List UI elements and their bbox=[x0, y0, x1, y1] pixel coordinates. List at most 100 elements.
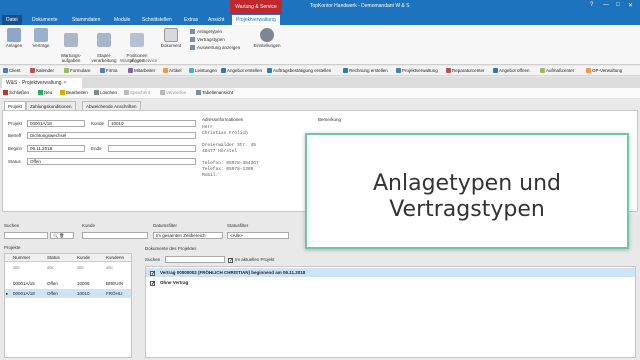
kunde-field[interactable]: 10010 bbox=[108, 120, 196, 127]
tab-dokumente[interactable]: Dokumente bbox=[28, 15, 62, 25]
anlagetypen-item[interactable]: Anlagetypen bbox=[190, 29, 222, 34]
speichern-button[interactable]: Speichern bbox=[124, 90, 150, 95]
vertragstypen-item[interactable]: Vertragstypen bbox=[190, 37, 225, 42]
projekt-field[interactable]: 00001A/18 bbox=[27, 120, 85, 127]
close-icon bbox=[3, 90, 8, 95]
quick-auftragsbestaetigung[interactable]: Auftragsbestätigung erstellen bbox=[267, 68, 331, 73]
close-tab-icon[interactable]: ✕ bbox=[63, 80, 67, 86]
tab-abweichende-anschriften[interactable]: Abweichende Anschriften bbox=[82, 101, 141, 110]
status-select[interactable]: Offen bbox=[27, 158, 196, 165]
tree-checkbox[interactable] bbox=[150, 268, 157, 277]
verwerfen-label: Verwerfen bbox=[166, 90, 187, 95]
beginn-field[interactable]: 06.11.2018 bbox=[27, 145, 85, 152]
statusfilter-label: Statusfilter bbox=[227, 223, 249, 228]
vertragstypen-icon bbox=[190, 37, 195, 42]
quick-angebot-erstellen[interactable]: Angebot erstellen bbox=[221, 68, 262, 73]
betreff-field[interactable]: Dichtungswechsel bbox=[27, 132, 196, 139]
cell-kundenname: FRÖHLI bbox=[106, 291, 123, 296]
quick-rechnung-label: Rechnung erstellen bbox=[349, 68, 388, 73]
doc-tab-projektverwaltung[interactable]: W&S - Projektverwaltung ✕ bbox=[2, 78, 82, 88]
stapelverarbeitung-button[interactable]: Stapel- verarbeitung bbox=[90, 28, 118, 63]
quick-client[interactable]: Client bbox=[3, 68, 21, 73]
quick-reparaturcenter[interactable]: Reparaturcenter bbox=[446, 68, 485, 73]
tab-projektverwaltung[interactable]: Projektverwaltung bbox=[232, 15, 280, 25]
tabellenansicht-button[interactable]: Tabellenansicht bbox=[196, 90, 233, 95]
quick-projektverwaltung[interactable]: Projektverwaltung bbox=[396, 68, 438, 73]
loeschen-button[interactable]: Löschen bbox=[94, 90, 117, 95]
search-input[interactable] bbox=[4, 232, 48, 239]
tab-schnittstellen[interactable]: Schnittstellen bbox=[138, 15, 176, 25]
tree-item-ohne-vertrag[interactable]: Ohne Vertrag bbox=[146, 278, 635, 287]
quick-client-label: Client bbox=[9, 68, 21, 73]
anlagen-button[interactable]: Anlagen bbox=[4, 28, 24, 48]
tab-datei[interactable]: Datei bbox=[2, 15, 22, 25]
quick-op-verwaltung[interactable]: OP-Verwaltung bbox=[586, 68, 622, 73]
filter-cell[interactable]: abc bbox=[106, 263, 113, 272]
neu-button[interactable]: Neu bbox=[38, 90, 52, 95]
quick-aufmasscenter[interactable]: Aufmaßcenter bbox=[540, 68, 574, 73]
quick-firma[interactable]: Firma bbox=[100, 68, 118, 73]
bearbeiten-button[interactable]: Bearbeiten bbox=[60, 90, 88, 95]
cell-nummer: 00001A/15 bbox=[13, 281, 35, 286]
verwerfen-button[interactable]: Verwerfen bbox=[160, 90, 186, 95]
col-nummer[interactable]: Nummer bbox=[13, 254, 30, 262]
col-kunde[interactable]: Kunde bbox=[77, 254, 90, 262]
dokument-button[interactable]: Dokument bbox=[158, 28, 184, 48]
aufmass-icon bbox=[540, 68, 545, 73]
betreff-label: Betreff bbox=[8, 133, 22, 138]
search-buttons[interactable]: 🔍 🗑 bbox=[50, 232, 74, 239]
tab-stammdaten[interactable]: Stammdaten bbox=[68, 15, 104, 25]
quick-mitarbeiter[interactable]: Mitarbeiter bbox=[128, 68, 155, 73]
filter-cell[interactable]: abc bbox=[13, 263, 20, 272]
tab-module[interactable]: Module bbox=[110, 15, 134, 25]
anlagetypen-label: Anlagetypen bbox=[197, 29, 223, 34]
quick-leistungen[interactable]: Leistungen bbox=[189, 68, 217, 73]
filter-cell[interactable]: abc bbox=[77, 263, 84, 272]
maximize-button[interactable]: □ bbox=[616, 2, 620, 8]
tab-ansicht[interactable]: Ansicht bbox=[204, 15, 228, 25]
tab-zahlungskonditionen[interactable]: Zahlungskonditionen bbox=[26, 101, 76, 110]
wartungsaufgaben-button[interactable]: Wartungs- aufgaben bbox=[58, 28, 84, 63]
ribbon-group-label: Wartung & Service bbox=[120, 58, 158, 63]
adresse-label: Adressinformationen bbox=[202, 117, 244, 122]
help-button[interactable]: ? bbox=[590, 2, 593, 8]
quick-auftrag-label: Auftragsbestätigung erstellen bbox=[273, 68, 332, 73]
tree-item-vertrag[interactable]: Vertrag 00000002 (FRÖHLICH CHRISTIAN) be… bbox=[146, 268, 635, 277]
loeschen-label: Löschen bbox=[100, 90, 118, 95]
col-kundenname[interactable]: Kundenn bbox=[106, 254, 124, 262]
quick-leistungen-label: Leistungen bbox=[195, 68, 218, 73]
table-row-selected[interactable]: ▸ 00001A/18 Offen 10010 FRÖHLI bbox=[5, 289, 131, 298]
quick-artikel[interactable]: Artikel bbox=[163, 68, 182, 73]
quick-aufmass-label: Aufmaßcenter bbox=[546, 68, 575, 73]
neu-label: Neu bbox=[44, 90, 53, 95]
current-project-checkbox[interactable]: Im aktuellen Projekt bbox=[228, 257, 275, 263]
quick-access-bar: Client Kalender Formulare Firma Mitarbei… bbox=[0, 66, 640, 76]
quick-angebot-oeffnen[interactable]: Angebot öffnen bbox=[493, 68, 529, 73]
col-status[interactable]: Status bbox=[47, 254, 60, 262]
minimize-button[interactable]: — bbox=[603, 2, 609, 8]
datumsfilter-select[interactable]: Im gesamten Zeitbereich bbox=[153, 232, 223, 239]
statusfilter-select[interactable]: <Alle> bbox=[227, 232, 289, 239]
kunde-filter-select[interactable] bbox=[82, 232, 148, 239]
vertraege-button[interactable]: Verträge bbox=[30, 28, 52, 48]
op-icon bbox=[586, 68, 591, 73]
tab-extras[interactable]: Extras bbox=[180, 15, 202, 25]
auswertung-item[interactable]: Auswertung anzeigen bbox=[190, 45, 240, 50]
schliessen-button[interactable]: Schließen bbox=[3, 90, 29, 95]
doc-tab-label: W&S - Projektverwaltung bbox=[6, 80, 62, 86]
leistungen-icon bbox=[189, 68, 194, 73]
einstellungen-button[interactable]: Einstellungen bbox=[252, 28, 282, 48]
quick-mitarbeiter-label: Mitarbeiter bbox=[134, 68, 156, 73]
quick-formulare[interactable]: Formulare bbox=[64, 68, 91, 73]
docs-search-input[interactable] bbox=[165, 256, 225, 263]
quick-kalender[interactable]: Kalender bbox=[30, 68, 54, 73]
tree-checkbox[interactable] bbox=[150, 278, 157, 287]
quick-firma-label: Firma bbox=[106, 68, 118, 73]
quick-rechnung[interactable]: Rechnung erstellen bbox=[343, 68, 388, 73]
tab-projekt[interactable]: Projekt bbox=[4, 101, 27, 110]
table-row[interactable]: 00001A/15 Offen 10009 BREUIN bbox=[5, 279, 131, 288]
projects-filter-row[interactable]: abc abc abc abc bbox=[5, 263, 131, 272]
ende-field[interactable] bbox=[108, 145, 196, 152]
close-window-button[interactable]: ✕ bbox=[628, 2, 633, 9]
filter-cell[interactable]: abc bbox=[47, 263, 54, 272]
